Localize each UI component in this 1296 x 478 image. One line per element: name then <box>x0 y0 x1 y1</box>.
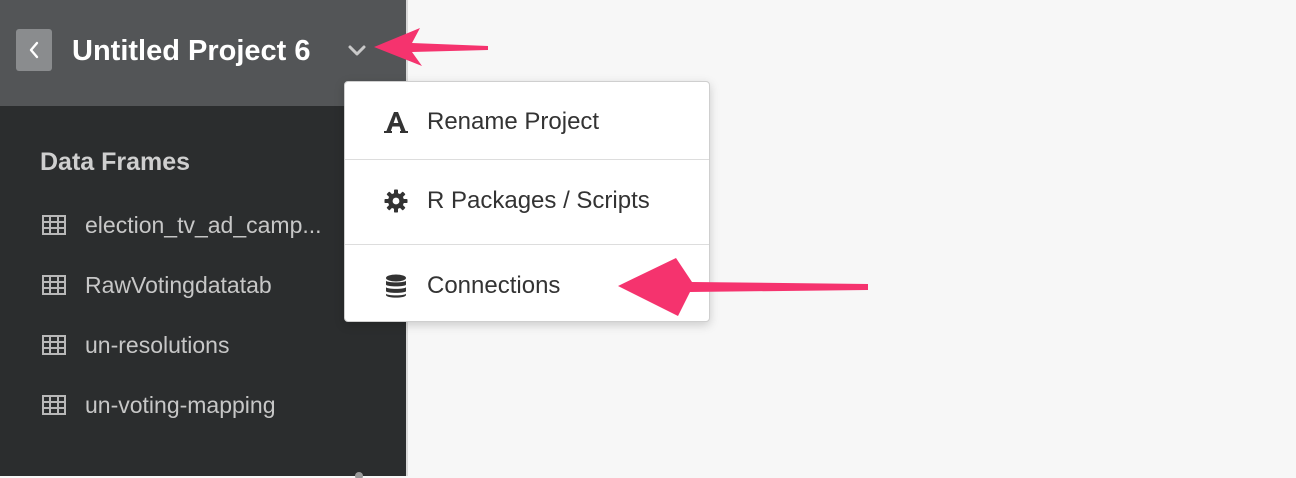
back-button[interactable] <box>16 29 52 71</box>
partial-icon <box>355 472 363 478</box>
database-icon <box>383 273 409 299</box>
chevron-down-icon[interactable] <box>346 40 368 62</box>
sidebar-item-data-frame[interactable]: un-voting-mapping <box>42 388 276 422</box>
menu-item-label: R Packages / Scripts <box>427 187 650 214</box>
rename-project-menu-item[interactable]: Rename Project <box>345 82 709 162</box>
data-frame-label: un-voting-mapping <box>85 391 276 418</box>
menu-divider <box>345 244 709 245</box>
gear-icon <box>383 188 409 214</box>
chevron-left-icon <box>29 41 39 59</box>
menu-item-label: Rename Project <box>427 108 600 135</box>
table-grid-icon <box>42 275 66 295</box>
sidebar-item-data-frame[interactable]: election_tv_ad_camp... <box>42 208 322 242</box>
data-frame-label: RawVotingdatatab <box>85 271 272 298</box>
font-a-icon <box>383 109 409 135</box>
table-grid-icon <box>42 395 66 415</box>
r-packages-scripts-menu-item[interactable]: R Packages / Scripts <box>345 161 709 241</box>
data-frame-label: un-resolutions <box>85 331 230 358</box>
project-title[interactable]: Untitled Project 6 <box>72 31 311 71</box>
menu-item-label: Connections <box>427 272 561 299</box>
sidebar-item-data-frame[interactable]: RawVotingdatatab <box>42 268 272 302</box>
data-frames-heading: Data Frames <box>40 148 191 176</box>
table-grid-icon <box>42 215 66 235</box>
connections-menu-item[interactable]: Connections <box>345 246 709 326</box>
data-frame-label: election_tv_ad_camp... <box>85 211 322 238</box>
sidebar-item-data-frame[interactable]: un-resolutions <box>42 328 229 362</box>
menu-divider <box>345 159 709 160</box>
project-dropdown-menu: Rename Project R Packages / Scripts Conn… <box>344 81 710 322</box>
table-grid-icon <box>42 335 66 355</box>
